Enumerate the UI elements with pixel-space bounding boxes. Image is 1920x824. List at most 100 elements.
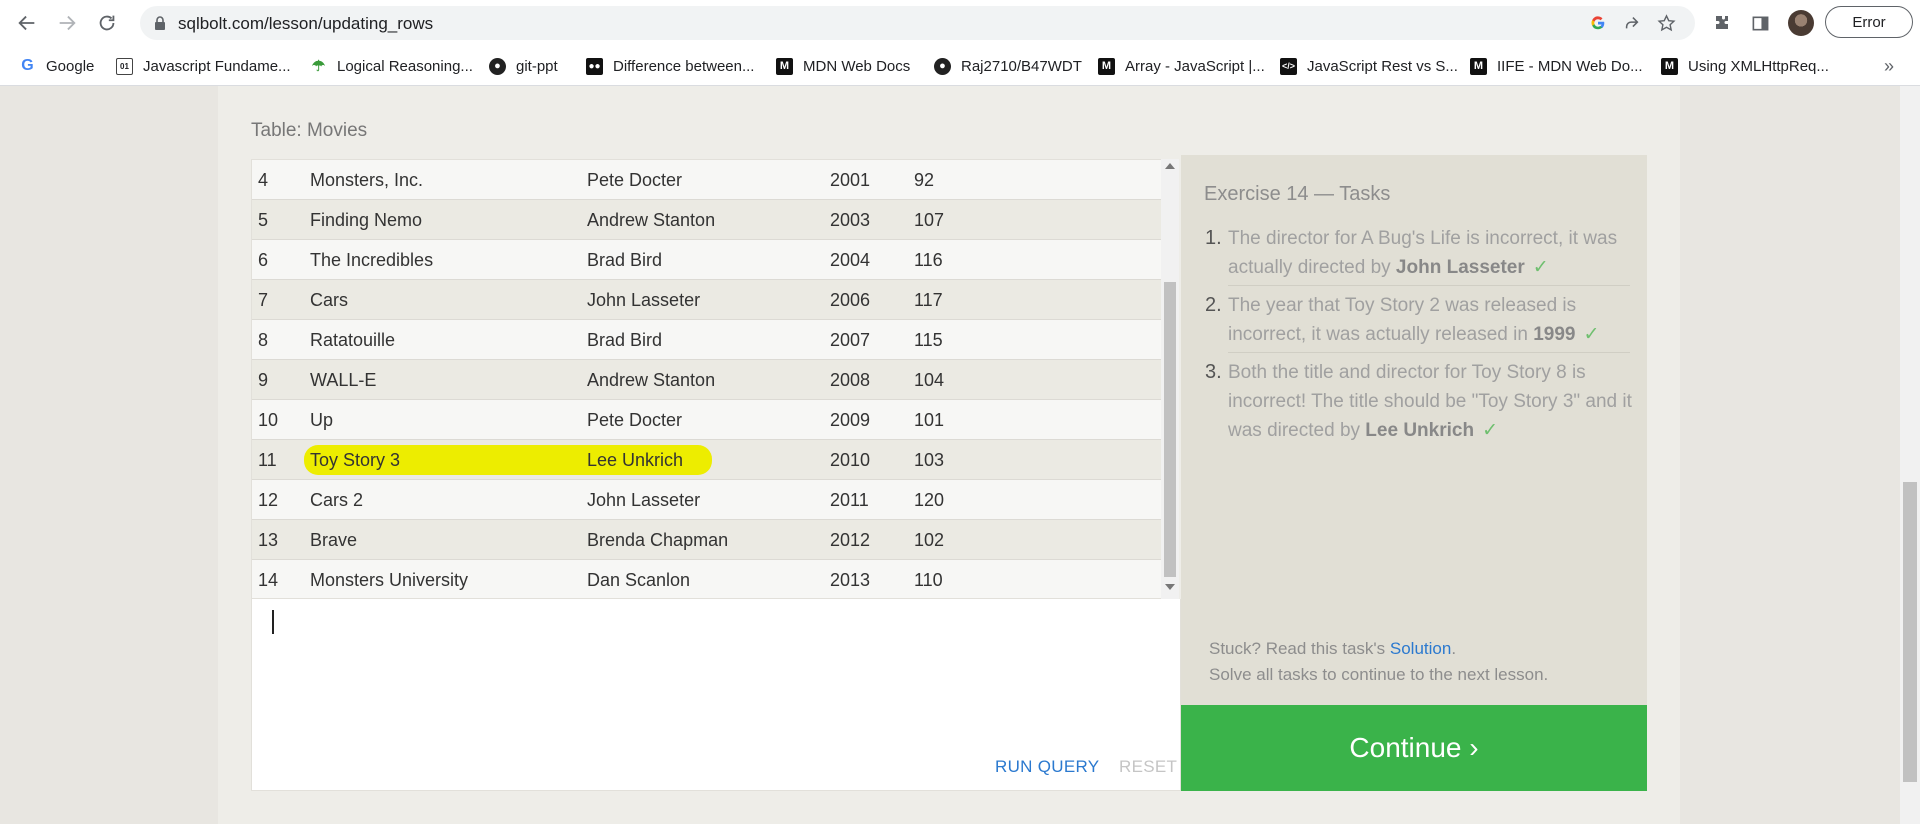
cell-director: Dan Scanlon: [587, 570, 691, 590]
table-row: 7 Cars John Lasseter 2006 117: [252, 280, 1162, 320]
cell-id: 10: [258, 410, 279, 430]
cell-id: 7: [258, 290, 269, 310]
table-row: 9 WALL-E Andrew Stanton 2008 104: [252, 360, 1162, 400]
continue-button[interactable]: Continue ›: [1181, 705, 1647, 791]
github-icon: ●: [934, 57, 951, 75]
bookmark-array-javascript[interactable]: M Array - JavaScript |...: [1098, 54, 1265, 78]
more-bookmarks-chevron-icon[interactable]: »: [1884, 56, 1894, 77]
task-text: Both the title and director for Toy Stor…: [1228, 358, 1648, 445]
cell-title: Finding Nemo: [310, 210, 423, 230]
bookmark-javascript-rest[interactable]: </> JavaScript Rest vs S...: [1280, 54, 1458, 78]
checkmark-icon: ✓: [1482, 420, 1498, 441]
mdn-icon: M: [776, 57, 793, 75]
cell-id: 14: [258, 570, 279, 590]
reload-button[interactable]: [92, 8, 122, 38]
reset-button[interactable]: RESET: [1119, 757, 1177, 777]
cell-director: Brad Bird: [587, 250, 663, 270]
error-chip[interactable]: Error: [1825, 6, 1913, 38]
cell-year: 2013: [830, 570, 871, 590]
forward-button[interactable]: [52, 8, 82, 38]
stuck-hint: Stuck? Read this task's Solution.: [1209, 639, 1456, 659]
cell-director: Pete Docter: [587, 170, 683, 190]
share-icon[interactable]: [1622, 13, 1642, 33]
cell-director: Pete Docter: [587, 410, 683, 430]
cell-title: The Incredibles: [310, 250, 434, 270]
cell-title: WALL-E: [310, 370, 377, 390]
cell-director: Andrew Stanton: [587, 370, 716, 390]
movies-table: 4 Monsters, Inc. Pete Docter 2001 92 5 F…: [251, 159, 1163, 599]
cell-id: 8: [258, 330, 269, 350]
cell-year: 2008: [830, 370, 871, 390]
extensions-icon[interactable]: [1710, 11, 1734, 35]
cell-length: 104: [914, 370, 945, 390]
cell-director: Andrew Stanton: [587, 210, 716, 230]
bookmark-label: Difference between...: [613, 57, 755, 75]
bookmark-logical-reasoning[interactable]: ☂ Logical Reasoning...: [310, 54, 473, 78]
side-panel-icon[interactable]: [1748, 11, 1772, 35]
cell-length: 117: [914, 290, 943, 310]
bookmark-label: Google: [46, 57, 95, 75]
task-description: The year that Toy Story 2 was released i…: [1228, 295, 1577, 345]
bookmark-label: Javascript Fundame...: [143, 57, 291, 75]
arrow-left-icon: [18, 15, 35, 31]
cell-director: John Lasseter: [587, 290, 701, 310]
table-scrollbar-thumb[interactable]: [1164, 282, 1176, 577]
cell-id: 11: [258, 450, 277, 470]
solution-link[interactable]: Solution: [1390, 639, 1451, 658]
scroll-down-arrow-icon[interactable]: [1165, 584, 1175, 590]
scroll-up-arrow-icon[interactable]: [1165, 163, 1175, 169]
mdn-icon: M: [1661, 57, 1678, 75]
bookmark-google[interactable]: G Google: [19, 54, 94, 78]
cell-director: Brad Bird: [587, 330, 663, 350]
task-number: 1.: [1205, 227, 1222, 249]
cell-id: 5: [258, 210, 269, 230]
back-button[interactable]: [12, 8, 42, 38]
bookmarks-bar: G Google 01 Javascript Fundame... ☂ Logi…: [0, 46, 1920, 86]
bookmark-label: Logical Reasoning...: [337, 57, 473, 75]
cell-title: Toy Story 3: [310, 450, 401, 470]
cell-year: 2003: [830, 210, 871, 230]
lock-icon: [155, 16, 165, 30]
bookmark-label: git-ppt: [516, 57, 558, 75]
run-query-button[interactable]: RUN QUERY: [995, 757, 1099, 777]
bookmark-label: Raj2710/B47WDT: [961, 57, 1082, 75]
google-lens-icon[interactable]: [1588, 13, 1608, 33]
address-bar[interactable]: sqlbolt.com/lesson/updating_rows: [140, 6, 1695, 40]
stuck-text: Stuck? Read this task's: [1209, 639, 1390, 658]
reload-icon: [99, 15, 115, 31]
sql-query-editor[interactable]: RUN QUERY RESET: [251, 599, 1181, 791]
bookmark-mdn-web-docs[interactable]: M MDN Web Docs: [776, 54, 910, 78]
task-number: 2.: [1205, 294, 1222, 316]
bookmark-javascript-fundamentals[interactable]: 01 Javascript Fundame...: [116, 54, 291, 78]
bookmark-using-xmlhttprequest[interactable]: M Using XMLHttpReq...: [1661, 54, 1829, 78]
task-text: The year that Toy Story 2 was released i…: [1228, 291, 1648, 349]
cell-length: 120: [914, 490, 945, 510]
table-row: 12 Cars 2 John Lasseter 2011 120: [252, 480, 1162, 520]
code-book-icon: 01: [116, 57, 133, 75]
cell-year: 2006: [830, 290, 871, 310]
bookmark-raj2710[interactable]: ● Raj2710/B47WDT: [934, 54, 1082, 78]
bookmark-star-icon[interactable]: [1656, 13, 1676, 33]
bookmark-label: Array - JavaScript |...: [1125, 57, 1265, 75]
cell-title: Ratatouille: [310, 330, 396, 350]
cell-id: 6: [258, 250, 269, 270]
cell-director: Brenda Chapman: [587, 530, 729, 550]
bookmark-label: MDN Web Docs: [803, 57, 911, 75]
bookmark-label: Using XMLHttpReq...: [1688, 57, 1829, 75]
table-row: 8 Ratatouille Brad Bird 2007 115: [252, 320, 1162, 360]
cell-length: 116: [914, 250, 943, 270]
bookmark-git-ppt[interactable]: ● git-ppt: [489, 54, 558, 78]
page-scrollbar-thumb[interactable]: [1903, 482, 1917, 782]
url-text: sqlbolt.com/lesson/updating_rows: [178, 14, 434, 33]
bookmark-iife-mdn[interactable]: M IIFE - MDN Web Do...: [1470, 54, 1643, 78]
exercise-title: Exercise 14 — Tasks: [1204, 183, 1391, 205]
task-divider: [1228, 352, 1630, 353]
bookmark-difference-between[interactable]: ●● Difference between...: [586, 54, 754, 78]
profile-avatar[interactable]: [1788, 10, 1814, 36]
browser-toolbar: sqlbolt.com/lesson/updating_rows Error: [0, 0, 1920, 46]
cell-title: Brave: [310, 530, 358, 550]
code-icon: </>: [1280, 57, 1297, 75]
cell-title: Cars: [310, 290, 349, 310]
table-row: 10 Up Pete Docter 2009 101: [252, 400, 1162, 440]
bookmark-label: IIFE - MDN Web Do...: [1497, 57, 1643, 75]
